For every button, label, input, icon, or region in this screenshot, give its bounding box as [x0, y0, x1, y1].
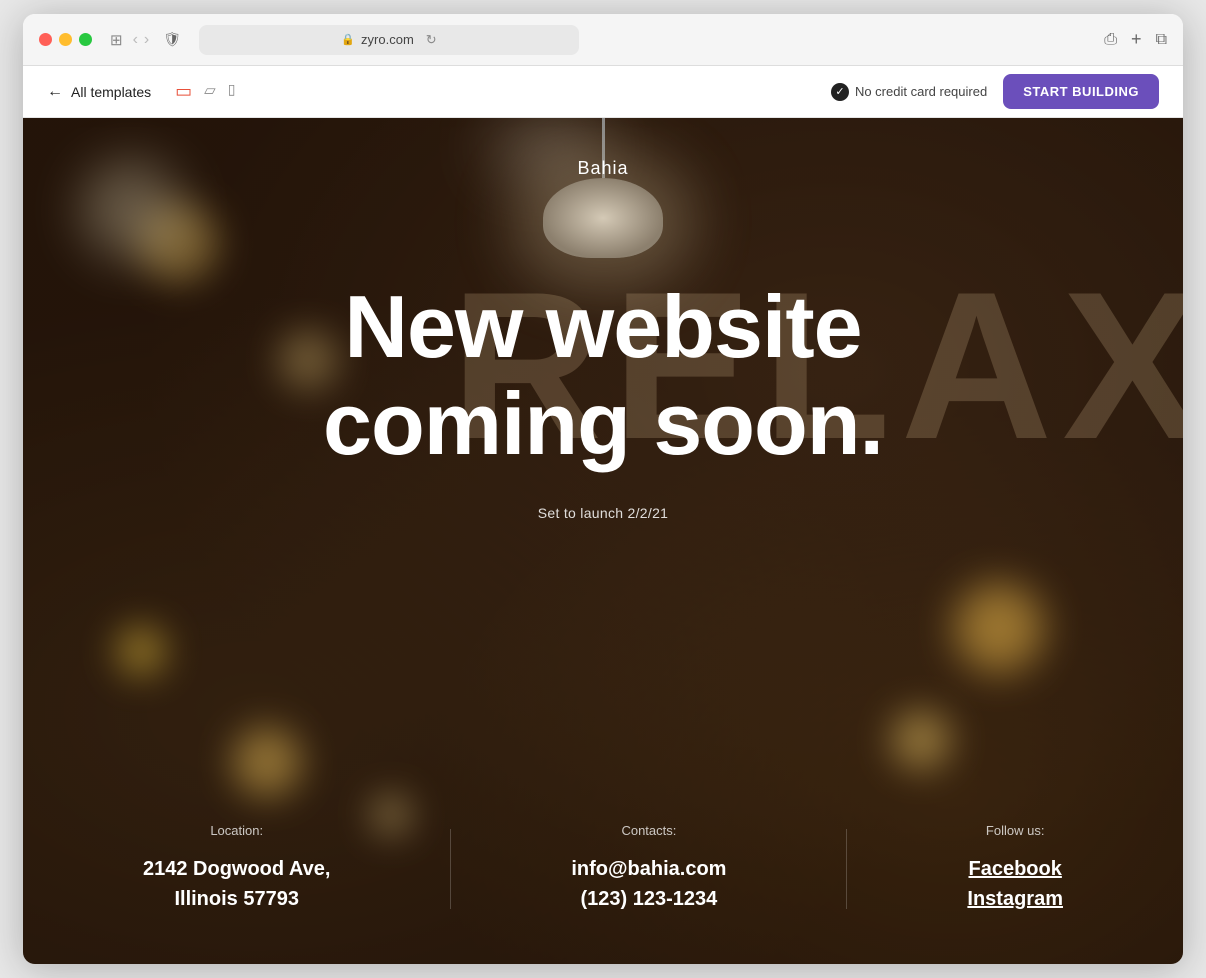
browser-actions: ⎙ + ⧉	[1104, 29, 1167, 50]
pendant-light	[543, 118, 663, 258]
reload-icon[interactable]: ↻	[426, 32, 437, 48]
sidebar-toggle-icon[interactable]: ⊞	[110, 31, 123, 49]
social-links: Facebook Instagram	[967, 854, 1063, 914]
contacts-value: info@bahia.com (123) 123-1234	[571, 854, 726, 914]
footer-divider-2	[846, 829, 847, 909]
location-label: Location:	[143, 823, 330, 838]
location-line1: 2142 Dogwood Ave,	[143, 854, 330, 884]
bokeh-light-8	[891, 710, 951, 770]
phone-value: (123) 123-1234	[571, 884, 726, 914]
headline-line2: coming soon.	[323, 376, 883, 473]
device-toggles: ▭ ▱ ▯	[175, 81, 235, 102]
url-text: zyro.com	[361, 32, 414, 47]
headline-section: New website coming soon.	[323, 279, 883, 473]
bokeh-light-3	[81, 160, 181, 260]
no-credit-card-label: No credit card required	[855, 84, 987, 99]
share-icon[interactable]: ⎙	[1104, 31, 1117, 49]
facebook-link[interactable]: Facebook	[967, 854, 1063, 884]
toolbar: ← All templates ▭ ▱ ▯ ✓ No credit card r…	[23, 66, 1183, 118]
start-building-button[interactable]: START BUILDING	[1003, 74, 1159, 109]
follow-label: Follow us:	[967, 823, 1063, 838]
footer-social: Follow us: Facebook Instagram	[967, 823, 1063, 914]
browser-window: ⊞ ‹ › 🛡 🔒 zyro.com ↻ ⎙ + ⧉ ← All templat…	[23, 14, 1183, 964]
instagram-link[interactable]: Instagram	[967, 884, 1063, 914]
back-arrow-icon: ←	[47, 83, 63, 101]
bokeh-light-1	[139, 203, 219, 283]
tabs-icon[interactable]: ⧉	[1156, 31, 1167, 49]
title-bar: ⊞ ‹ › 🛡 🔒 zyro.com ↻ ⎙ + ⧉	[23, 14, 1183, 66]
email-value: info@bahia.com	[571, 854, 726, 884]
footer-contacts: Contacts: info@bahia.com (123) 123-1234	[571, 823, 726, 914]
contacts-label: Contacts:	[571, 823, 726, 838]
no-credit-card-notice: ✓ No credit card required	[831, 83, 987, 101]
toolbar-right: ✓ No credit card required START BUILDING	[831, 74, 1159, 109]
new-tab-icon[interactable]: +	[1131, 29, 1142, 50]
maximize-button[interactable]	[79, 33, 92, 46]
close-button[interactable]	[39, 33, 52, 46]
desktop-view-icon[interactable]: ▭	[175, 81, 192, 102]
bokeh-light-4	[116, 626, 166, 676]
shield-icon: 🛡	[163, 31, 181, 48]
footer-location: Location: 2142 Dogwood Ave, Illinois 577…	[143, 823, 330, 914]
bokeh-light-5	[232, 727, 302, 797]
lock-icon: 🔒	[341, 33, 355, 46]
pendant-shade	[543, 178, 663, 258]
headline: New website coming soon.	[323, 279, 883, 473]
nav-arrows: ‹ ›	[133, 31, 150, 49]
all-templates-link[interactable]: ← All templates	[47, 83, 151, 101]
location-value: 2142 Dogwood Ave, Illinois 57793	[143, 854, 330, 914]
footer-divider-1	[450, 829, 451, 909]
launch-date: Set to launch 2/2/21	[538, 505, 669, 521]
tablet-view-icon[interactable]: ▱	[204, 81, 216, 102]
footer-info: Location: 2142 Dogwood Ave, Illinois 577…	[23, 823, 1183, 964]
website-background: RELAX Bahia New website coming soon. Set…	[23, 118, 1183, 964]
address-bar[interactable]: 🔒 zyro.com ↻	[199, 25, 579, 55]
check-icon: ✓	[831, 83, 849, 101]
mobile-view-icon[interactable]: ▯	[228, 81, 236, 102]
location-line2: Illinois 57793	[143, 884, 330, 914]
site-name: Bahia	[577, 158, 628, 179]
bokeh-light-7	[954, 583, 1044, 673]
forward-arrow-icon[interactable]: ›	[144, 31, 149, 49]
headline-line1: New website	[323, 279, 883, 376]
preview-area: RELAX Bahia New website coming soon. Set…	[23, 118, 1183, 964]
minimize-button[interactable]	[59, 33, 72, 46]
all-templates-label: All templates	[71, 84, 151, 100]
back-arrow-icon[interactable]: ‹	[133, 31, 138, 49]
traffic-lights	[39, 33, 92, 46]
